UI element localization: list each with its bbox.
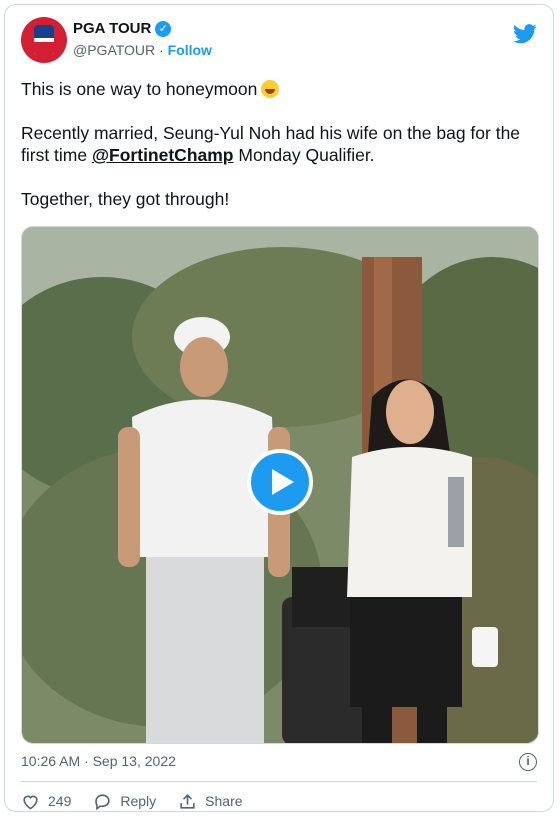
tweet-text: This is one way to honeymoon Recently ma… (21, 78, 541, 232)
info-icon[interactable]: i (519, 753, 537, 771)
twitter-bird-icon[interactable] (513, 23, 537, 45)
share-icon (180, 793, 195, 809)
action-bar: 249 Reply Share (21, 790, 265, 812)
tweet-line-1: This is one way to honeymoon (21, 78, 541, 100)
share-label: Share (205, 793, 243, 809)
tweet-line-2-after: Monday Qualifier. (233, 145, 375, 165)
like-button[interactable]: 249 (21, 792, 71, 811)
tweet-header: PGA TOUR ✓ @PGATOUR · Follow (21, 17, 537, 67)
play-button[interactable] (247, 449, 313, 515)
like-count: 249 (48, 793, 72, 809)
timestamp[interactable]: 10:26 AM · Sep 13, 2022 (21, 753, 176, 769)
tweet-card: PGA TOUR ✓ @PGATOUR · Follow This is one… (4, 4, 554, 812)
pga-logo-icon (34, 25, 54, 55)
follow-link[interactable]: Follow (168, 42, 212, 58)
name-row: PGA TOUR ✓ (73, 20, 172, 37)
tweet-line-1-text: This is one way to honeymoon (21, 79, 258, 99)
divider (21, 781, 537, 782)
tweet-meta: 10:26 AM · Sep 13, 2022 i (21, 753, 537, 773)
avatar[interactable] (21, 17, 67, 63)
rofl-emoji-icon (261, 80, 280, 98)
heart-icon (23, 795, 38, 810)
reply-button[interactable]: Reply (93, 792, 156, 811)
separator: · (159, 42, 164, 58)
verified-badge-icon: ✓ (155, 20, 172, 37)
tweet-line-2: Recently married, Seung-Yul Noh had his … (21, 122, 541, 166)
reply-icon (95, 793, 110, 810)
handle[interactable]: @PGATOUR (73, 42, 155, 58)
display-name[interactable]: PGA TOUR (73, 20, 151, 37)
tweet-line-3: Together, they got through! (21, 189, 230, 209)
handle-row: @PGATOUR · Follow (73, 42, 212, 58)
reply-label: Reply (120, 793, 157, 809)
video-thumbnail[interactable] (21, 226, 539, 744)
mention-link[interactable]: @FortinetChamp (92, 145, 234, 165)
share-button[interactable]: Share (178, 792, 243, 811)
